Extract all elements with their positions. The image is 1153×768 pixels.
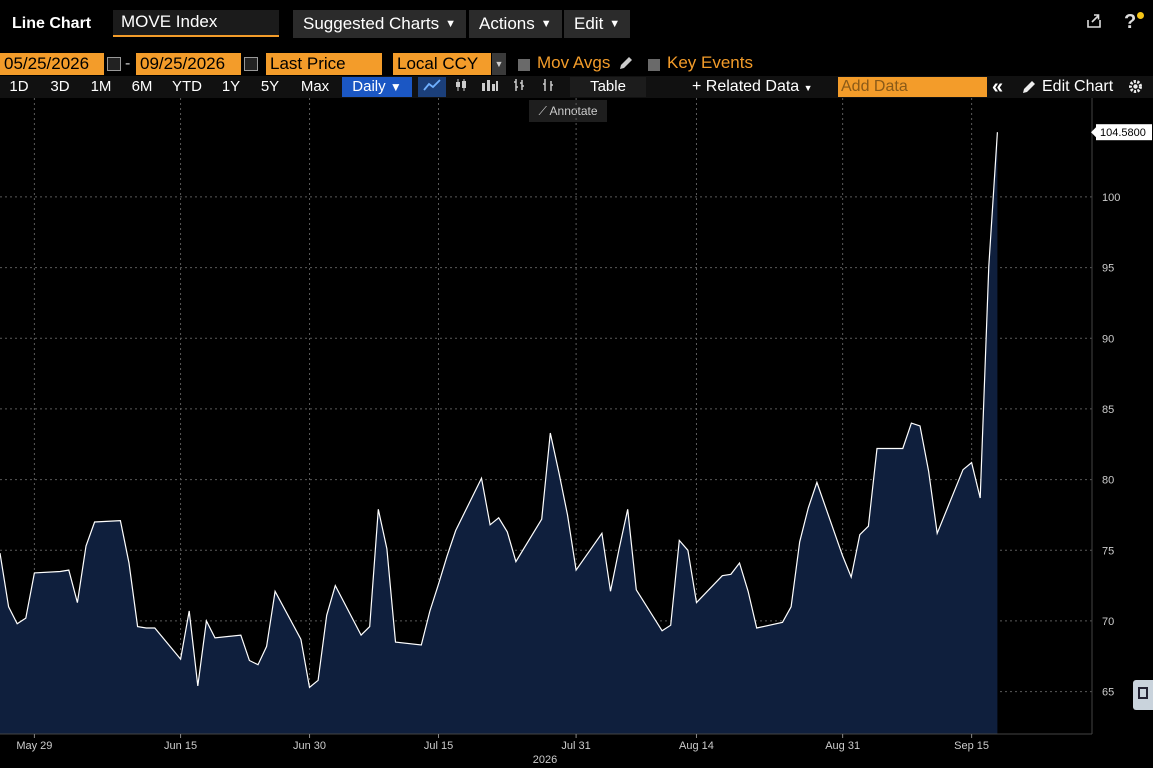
gear-icon[interactable]	[1127, 78, 1144, 100]
share-icon[interactable]	[1085, 12, 1103, 35]
last-value-label: 104.5800	[1100, 127, 1146, 139]
chevron-down-icon: ▼	[445, 18, 456, 30]
period-ytd[interactable]: YTD	[166, 77, 208, 97]
x-tick-label: May 29	[16, 740, 52, 752]
related-data-label: + Related Data	[692, 78, 800, 95]
ohlc-icon[interactable]	[508, 77, 530, 97]
x-tick-labels: May 29 Jun 15 Jun 30 Jul 15 Jul 31 Aug 14 Aug …	[16, 734, 989, 752]
y-tick-label: 75	[1102, 545, 1114, 557]
period-1d[interactable]: 1D	[4, 77, 34, 97]
suggested-charts-label: Suggested Charts	[303, 14, 440, 33]
period-max[interactable]: Max	[294, 77, 336, 97]
pencil-icon[interactable]	[618, 55, 634, 76]
y-tick-label: 65	[1102, 687, 1114, 699]
currency-dropdown-icon[interactable]: ▼	[492, 53, 506, 75]
hlc-icon[interactable]	[537, 77, 559, 97]
bar-chart-icon[interactable]	[478, 77, 502, 97]
x-tick-label: Jul 15	[424, 740, 453, 752]
suggested-charts-menu[interactable]: Suggested Charts ▼	[293, 10, 466, 38]
x-tick-label: Jul 31	[561, 740, 590, 752]
page-title: Line Chart	[12, 15, 92, 32]
period-3d[interactable]: 3D	[44, 77, 76, 97]
x-tick-label: Jun 15	[164, 740, 197, 752]
y-tick-labels: 65 70 75 80 85 90 95 100	[1102, 192, 1120, 699]
calendar-icon[interactable]	[244, 57, 258, 71]
end-date-input[interactable]: 09/25/2026	[136, 53, 241, 75]
notification-dot-icon	[1137, 12, 1144, 19]
frequency-select[interactable]: Daily ▼	[342, 77, 412, 97]
frequency-label: Daily	[352, 78, 386, 95]
edit-chart-button[interactable]: Edit Chart	[1042, 77, 1113, 97]
y-tick-label: 95	[1102, 263, 1114, 275]
chevron-down-icon: ▼	[803, 83, 813, 93]
edit-chart-pencil-icon	[1021, 79, 1037, 100]
panel-icon	[1138, 687, 1148, 699]
mov-avgs-label: Mov Avgs	[537, 53, 611, 72]
ticker-input[interactable]: MOVE Index	[113, 10, 279, 37]
side-panel-tab[interactable]	[1133, 680, 1153, 710]
chart-area[interactable]: 65 70 75 80 85 90 95 100 May 29 Jun 15 Jun 30 Jul …	[0, 98, 1153, 768]
actions-label: Actions	[479, 14, 535, 33]
table-button[interactable]: Table	[570, 77, 646, 97]
period-6m[interactable]: 6M	[126, 77, 158, 97]
period-5y[interactable]: 5Y	[254, 77, 286, 97]
date-separator: -	[125, 55, 131, 72]
y-tick-label: 80	[1102, 475, 1114, 487]
field-select[interactable]: Last Price	[266, 53, 382, 75]
help-button[interactable]: ?	[1124, 11, 1136, 34]
edit-label: Edit	[574, 14, 604, 33]
area-fill	[0, 132, 998, 734]
add-data-input[interactable]: Add Data	[838, 77, 987, 97]
period-1m[interactable]: 1M	[85, 77, 117, 97]
collapse-button[interactable]: «	[992, 77, 1003, 97]
mov-avgs-checkbox[interactable]	[518, 59, 530, 71]
actions-menu[interactable]: Actions ▼	[469, 10, 562, 38]
line-chart-icon[interactable]	[418, 77, 446, 97]
key-events-label: Key Events	[667, 53, 753, 72]
x-axis-title: 2026	[533, 754, 557, 766]
period-1y[interactable]: 1Y	[216, 77, 246, 97]
chevron-down-icon: ▼	[609, 18, 621, 30]
currency-select[interactable]: Local CCY	[393, 53, 491, 75]
x-tick-label: Jun 30	[293, 740, 326, 752]
edit-menu[interactable]: Edit ▼	[564, 10, 631, 38]
x-tick-label: Aug 31	[825, 740, 860, 752]
help-label: ?	[1124, 11, 1137, 33]
y-tick-label: 90	[1102, 333, 1114, 345]
last-value-badge: 104.5800	[1091, 124, 1152, 141]
y-tick-label: 85	[1102, 404, 1114, 416]
x-tick-label: Aug 14	[679, 740, 714, 752]
x-tick-label: Sep 15	[954, 740, 989, 752]
related-data-button[interactable]: + Related Data ▼	[692, 77, 813, 97]
calendar-icon[interactable]	[107, 57, 121, 71]
y-tick-label: 70	[1102, 616, 1114, 628]
chevron-down-icon: ▼	[540, 18, 552, 30]
key-events-checkbox[interactable]	[648, 59, 660, 71]
chevron-down-icon: ▼	[389, 80, 402, 94]
y-tick-label: 100	[1102, 192, 1120, 204]
candlestick-icon[interactable]	[450, 77, 472, 97]
start-date-input[interactable]: 05/25/2026	[0, 53, 104, 75]
